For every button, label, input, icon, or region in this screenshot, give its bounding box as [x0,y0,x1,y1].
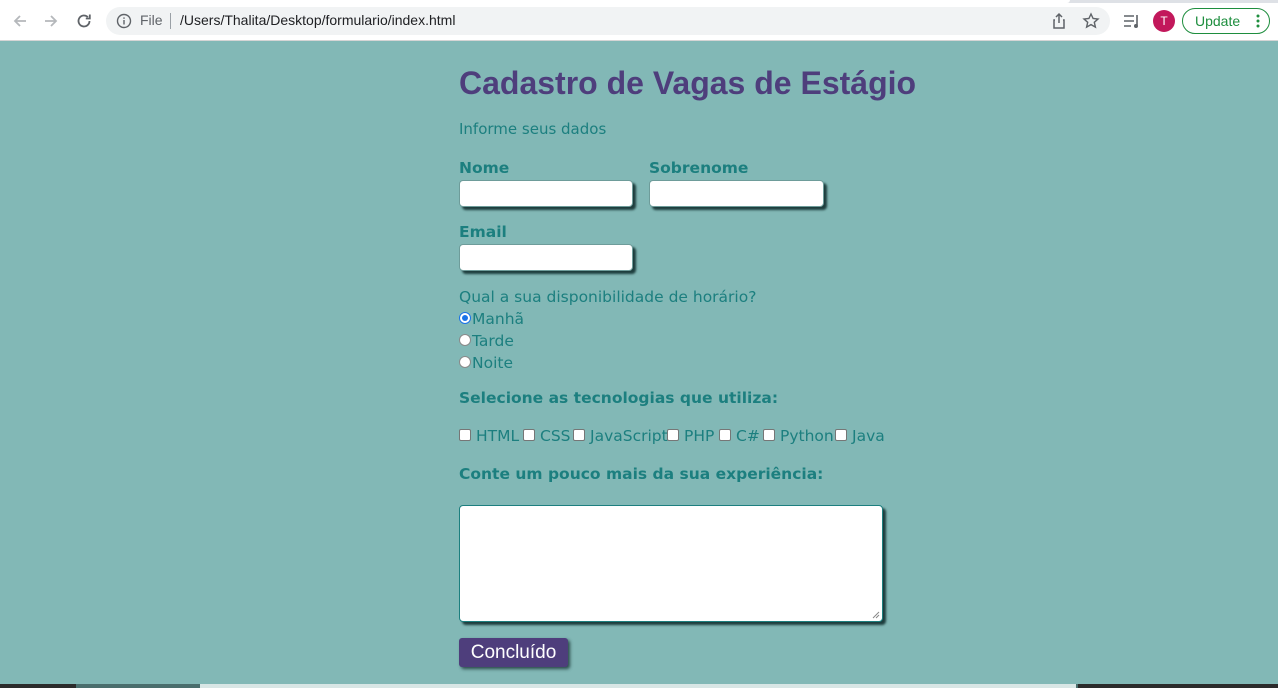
technologies-label: Selecione as tecnologias que utiliza: [459,389,779,407]
radio-manha-label: Manhã [472,310,525,328]
checkbox-python[interactable] [763,429,775,441]
radio-tarde[interactable] [459,334,471,346]
checkbox-csharp-label: C# [736,427,760,445]
address-bar[interactable]: File /Users/Thalita/Desktop/formulario/i… [106,7,1110,35]
browser-toolbar: File /Users/Thalita/Desktop/formulario/i… [0,0,1278,41]
radio-tarde-label: Tarde [472,332,514,350]
update-button[interactable]: Update [1182,8,1270,34]
checkbox-php[interactable] [667,429,679,441]
checkbox-html-label: HTML [476,427,520,445]
reading-list-icon[interactable] [1122,11,1142,31]
edge-middle [200,684,1076,688]
share-icon[interactable] [1050,12,1068,30]
avatar[interactable]: T [1153,10,1175,32]
edge-right [1078,684,1278,688]
availability-question: Qual a sua disponibilidade de horário? [459,288,757,306]
reload-icon [77,14,91,28]
nome-label: Nome [459,159,510,177]
edge-left [0,684,76,688]
checkbox-javascript[interactable] [573,429,585,441]
checkbox-php-label: PHP [684,427,715,445]
checkbox-html[interactable] [459,429,471,441]
update-label: Update [1195,13,1241,29]
checkbox-java[interactable] [835,429,847,441]
forward-button[interactable] [38,8,64,34]
sobrenome-input[interactable] [649,180,824,207]
experience-label: Conte um pouco mais da sua experiência: [459,465,824,483]
window-bottom-edge [0,684,1278,688]
arrow-left-icon [13,15,26,27]
more-vert-icon[interactable] [1256,14,1260,28]
resize-grip-icon[interactable] [872,611,880,619]
email-input[interactable] [459,244,633,271]
url-text[interactable]: /Users/Thalita/Desktop/formulario/index.… [180,12,455,28]
checkbox-csharp[interactable] [719,429,731,441]
back-button[interactable] [7,8,33,34]
page-title: Cadastro de Vagas de Estágio [459,65,917,101]
tab-strip [0,0,1278,3]
nome-input[interactable] [459,180,633,207]
radio-manha[interactable] [459,312,471,324]
checkbox-javascript-label: JavaScript [590,427,668,445]
email-label: Email [459,223,507,241]
page-subtitle: Informe seus dados [459,120,607,138]
active-tab-edge [0,0,1070,3]
reload-button[interactable] [71,8,97,34]
arrow-right-icon [45,15,58,27]
checkbox-css-label: CSS [540,427,571,445]
checkbox-java-label: Java [852,427,885,445]
checkbox-css[interactable] [523,429,535,441]
info-icon[interactable] [116,13,132,29]
submit-button[interactable]: Concluído [459,638,568,667]
sobrenome-label: Sobrenome [649,159,749,177]
radio-noite[interactable] [459,356,471,368]
radio-noite-label: Noite [472,354,513,372]
experience-textarea[interactable] [459,505,883,622]
scheme-label: File [140,12,163,28]
address-divider [170,13,171,29]
star-icon[interactable] [1082,12,1100,30]
checkbox-python-label: Python [780,427,834,445]
